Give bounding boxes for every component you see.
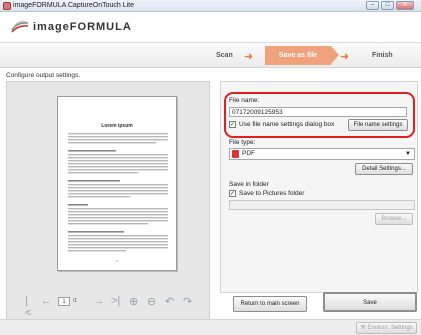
zoom-in-icon[interactable]: ⊕: [129, 295, 138, 308]
minimize-button[interactable]: –: [366, 1, 379, 10]
save-to-pictures-label: Save to Pictures folder: [239, 190, 305, 197]
preview-panel: Lorem ipsum -1- |< ← 1 /1 → >| ⊕ ⊖ ↶ ↷: [6, 81, 210, 320]
settings-panel: File name: 07172009125953 ✓ Use file nam…: [220, 81, 418, 293]
rotate-right-icon[interactable]: ↷: [183, 295, 192, 308]
browse-button[interactable]: Browse...: [375, 213, 413, 225]
environ-settings-button[interactable]: ⚒ Environ. Settings: [356, 322, 417, 334]
next-page-icon[interactable]: →: [93, 295, 104, 307]
step-finish: Finish: [372, 52, 393, 59]
app-icon: [3, 2, 11, 10]
document-page-number: -1-: [115, 259, 119, 263]
instruction-text: Configure output settings.: [6, 72, 81, 79]
file-type-label: File type:: [229, 139, 256, 146]
prev-page-icon[interactable]: ←: [41, 295, 52, 307]
step-save-as-file: Save as file: [265, 46, 339, 65]
brand-bar: imageFORMULA: [0, 12, 421, 42]
wave-logo-icon: [11, 21, 29, 33]
file-type-select[interactable]: PDF ▼: [229, 148, 415, 160]
rotate-left-icon[interactable]: ↶: [165, 295, 174, 308]
arrow-right-icon: ➜: [244, 51, 254, 63]
document-preview[interactable]: Lorem ipsum -1-: [57, 96, 177, 271]
file-name-field[interactable]: 07172009125953: [229, 107, 407, 117]
arrow-right-icon: ➜: [340, 51, 350, 63]
file-name-settings-button[interactable]: File name settings: [348, 119, 408, 131]
save-button[interactable]: Save: [323, 292, 417, 312]
page-total: /1: [73, 298, 78, 304]
brand-name: imageFORMULA: [33, 21, 132, 33]
file-type-value: PDF: [242, 150, 255, 157]
file-name-label: File name:: [229, 97, 260, 104]
environ-settings-label: Environ. Settings: [367, 325, 413, 331]
last-page-icon[interactable]: >|: [111, 295, 120, 307]
close-button[interactable]: ✕: [396, 1, 414, 10]
pdf-icon: [232, 150, 239, 158]
return-to-main-button[interactable]: Return to main screen: [233, 296, 307, 312]
folder-path-field[interactable]: [229, 200, 415, 210]
page-number-input[interactable]: 1: [58, 297, 70, 306]
dropdown-arrow-icon[interactable]: ▼: [405, 149, 411, 159]
steps-bar: Scan ➜ Save as file ➜ Finish: [0, 42, 421, 68]
step-scan: Scan: [216, 52, 233, 59]
use-dialog-checkbox[interactable]: ✓: [229, 121, 236, 128]
window-title: imageFORMULA CaptureOnTouch Lite: [13, 2, 134, 9]
save-in-folder-label: Save in folder: [229, 181, 269, 188]
bottom-bar: ⚒ Environ. Settings: [0, 319, 421, 335]
detail-settings-button[interactable]: Detail Settings...: [355, 163, 413, 175]
document-text-lines: [68, 133, 168, 252]
title-bar: imageFORMULA CaptureOnTouch Lite – □ ✕: [0, 0, 421, 12]
zoom-out-icon[interactable]: ⊖: [147, 295, 156, 308]
maximize-button[interactable]: □: [381, 1, 394, 10]
first-page-icon[interactable]: |<: [25, 295, 31, 319]
use-dialog-label: Use file name settings dialog box: [239, 121, 335, 128]
save-to-pictures-checkbox[interactable]: ✓: [229, 190, 236, 197]
